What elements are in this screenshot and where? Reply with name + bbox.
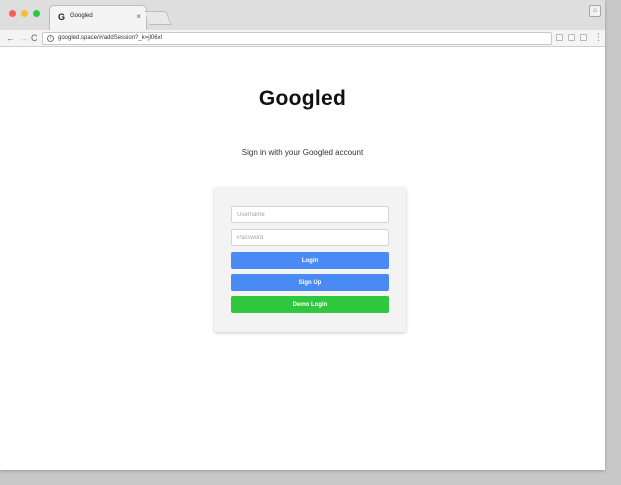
profile-icon[interactable]: ⌂ <box>589 5 601 17</box>
login-card: Login Sign Up Demo Login <box>214 187 406 332</box>
site-logo: Googled <box>258 87 347 110</box>
browser-window: G Googled × ⌂ ← → C i googled.space/#/ad… <box>0 0 605 470</box>
new-tab-button[interactable] <box>144 11 172 25</box>
url-text[interactable]: googled.space/#/addSession?_k=jl06xl <box>58 35 162 41</box>
extension-icon[interactable] <box>568 34 575 41</box>
extension-icon[interactable] <box>556 34 563 41</box>
tab-strip: G Googled × ⌂ <box>0 0 605 30</box>
demo-login-button[interactable]: Demo Login <box>231 296 389 313</box>
info-icon[interactable]: i <box>47 35 54 42</box>
back-arrow-icon[interactable]: ← <box>6 32 15 44</box>
close-tab-icon[interactable]: × <box>136 12 141 21</box>
maximize-window-button[interactable] <box>33 10 40 17</box>
browser-tab[interactable]: G Googled × <box>49 5 147 30</box>
browser-menu-icon[interactable]: ⋮ <box>594 31 603 43</box>
page-content: Googled Sign in with your Googled accoun… <box>0 47 605 470</box>
password-input[interactable] <box>231 229 389 246</box>
sign-in-subtitle: Sign in with your Googled account <box>241 148 364 157</box>
reload-icon[interactable]: C <box>31 32 38 44</box>
favicon-icon: G <box>58 12 66 22</box>
browser-toolbar: ← → C i googled.space/#/addSession?_k=jl… <box>0 30 605 47</box>
extension-icon[interactable] <box>580 34 587 41</box>
address-bar[interactable]: i googled.space/#/addSession?_k=jl06xl <box>42 32 552 45</box>
tab-title: Googled <box>70 13 93 19</box>
close-window-button[interactable] <box>9 10 16 17</box>
username-input[interactable] <box>231 206 389 223</box>
forward-arrow-icon[interactable]: → <box>19 32 28 44</box>
minimize-window-button[interactable] <box>21 10 28 17</box>
sign-up-button[interactable]: Sign Up <box>231 274 389 291</box>
login-button[interactable]: Login <box>231 252 389 269</box>
